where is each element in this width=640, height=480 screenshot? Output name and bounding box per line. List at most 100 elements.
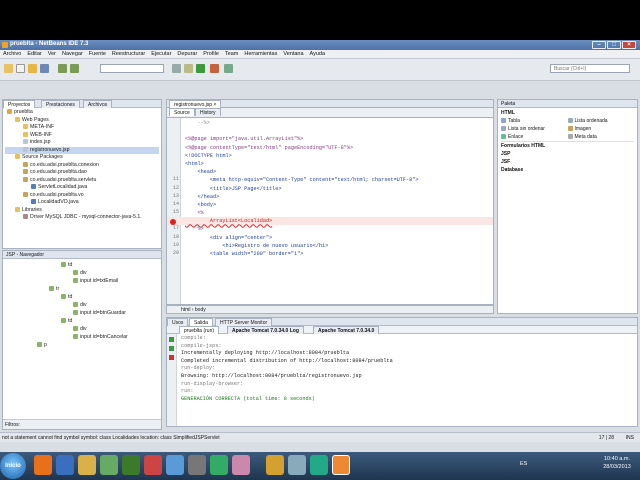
tree-item[interactable]: prueblta	[5, 109, 159, 117]
tab-prestaciones[interactable]: Prestaciones	[41, 100, 80, 108]
new-file-icon[interactable]	[16, 64, 25, 73]
minimize-button[interactable]: –	[592, 41, 606, 49]
debug-icon[interactable]	[210, 64, 219, 73]
navigator-item[interactable]: td	[5, 317, 159, 325]
menu-ventana[interactable]: Ventana	[280, 50, 306, 58]
new-project-icon[interactable]	[4, 64, 13, 73]
tree-item[interactable]: META-INF	[5, 124, 159, 132]
menu-profile[interactable]: Profile	[200, 50, 222, 58]
tree-item[interactable]: Web Pages	[5, 117, 159, 125]
app-icon[interactable]	[210, 455, 228, 475]
firefox-icon[interactable]	[34, 455, 52, 475]
maximize-button[interactable]: □	[607, 41, 621, 49]
app-icon[interactable]	[288, 455, 306, 475]
navigator-item[interactable]: input id=txtEmail	[5, 277, 159, 285]
ie-icon[interactable]	[56, 455, 74, 475]
open-project-icon[interactable]	[28, 64, 37, 73]
tree-item[interactable]: LocalidadVO.java	[5, 199, 159, 207]
tree-item[interactable]: co.edu.adsi.prueblta.vo	[5, 192, 159, 200]
tab-registronuevo-jsp[interactable]: registronuevo.jsp ×	[169, 100, 222, 108]
menu-team[interactable]: Team	[222, 50, 241, 58]
app-icon[interactable]	[310, 455, 328, 475]
menu-reestructurar[interactable]: Reestructurar	[109, 50, 148, 58]
output-console[interactable]: compile: compile-jsps: Incrementally deplo…	[181, 335, 393, 403]
explorer-icon[interactable]	[78, 455, 96, 475]
undo-icon[interactable]	[58, 64, 67, 73]
palette-item-lista-sin-ordenar[interactable]: Lista sin ordenar	[501, 125, 568, 133]
tree-item[interactable]: co.edu.adsi.prueblta.servletu	[5, 177, 159, 185]
menu-fuente[interactable]: Fuente	[86, 50, 109, 58]
menu-editar[interactable]: Editar	[24, 50, 44, 58]
app-icon[interactable]	[188, 455, 206, 475]
palette-item-tabla[interactable]: Tabla	[501, 117, 568, 125]
navigator-item[interactable]: div	[5, 269, 159, 277]
tree-item[interactable]: index.jsp	[5, 139, 159, 147]
save-all-icon[interactable]	[40, 64, 49, 73]
palette-section-jsp[interactable]: JSP	[501, 150, 634, 158]
tree-item[interactable]: WEB-INF	[5, 132, 159, 140]
rerun-options-icon[interactable]	[169, 346, 174, 351]
palette-item-lista-ordenada[interactable]: Lista ordenada	[567, 117, 635, 125]
profile-icon[interactable]	[224, 64, 233, 73]
tab-http-server-monitor[interactable]: HTTP Server Monitor	[215, 318, 273, 326]
clean-build-icon[interactable]	[172, 64, 181, 73]
tab-salida[interactable]: Salida	[189, 318, 213, 326]
palette-section-jsf[interactable]: JSF	[501, 158, 634, 166]
palette-section-formularios[interactable]: Formularios HTML	[501, 141, 634, 150]
dreamweaver-icon[interactable]	[122, 455, 140, 475]
navigator-item[interactable]: input id=btnGuardar	[5, 309, 159, 317]
palette-section-html[interactable]: HTML	[501, 109, 634, 117]
navigator-item[interactable]: td	[5, 261, 159, 269]
breadcrumb-html[interactable]: html	[181, 307, 190, 313]
skype-icon[interactable]	[166, 455, 184, 475]
menu-herramientas[interactable]: Herramientas	[241, 50, 280, 58]
app-icon[interactable]	[232, 455, 250, 475]
tree-item[interactable]: co.edu.adsi.prueblta.conexion	[5, 162, 159, 170]
tree-item[interactable]: Libraries	[5, 207, 159, 215]
menu-archivo[interactable]: Archivo	[0, 50, 24, 58]
media-icon[interactable]	[100, 455, 118, 475]
error-marker-icon[interactable]	[170, 219, 176, 225]
tab-tomcat[interactable]: Apache Tomcat 7.0.34.0	[313, 326, 380, 334]
menu-ver[interactable]: Ver	[45, 50, 59, 58]
redo-icon[interactable]	[70, 64, 79, 73]
palette-item-enlace[interactable]: Enlace	[501, 133, 568, 141]
rerun-icon[interactable]	[169, 337, 174, 342]
app-icon[interactable]	[144, 455, 162, 475]
search-input[interactable]: Buscar (Ctrl+I)	[550, 64, 630, 73]
configuration-select[interactable]	[100, 64, 164, 73]
palette-item-meta-data[interactable]: Meta data	[567, 133, 635, 141]
stop-icon[interactable]	[169, 355, 174, 360]
menu-ayuda[interactable]: Ayuda	[307, 50, 329, 58]
close-button[interactable]: ×	[622, 41, 636, 49]
tab-source[interactable]: Source	[169, 108, 195, 116]
tab-tomcat-log[interactable]: Apache Tomcat 7.0.34.0 Log	[227, 326, 304, 334]
navigator-item[interactable]: div	[5, 301, 159, 309]
navigator-item[interactable]: div	[5, 325, 159, 333]
tree-item[interactable]: Source Packages	[5, 154, 159, 162]
chrome-icon[interactable]	[266, 455, 284, 475]
navigator-item[interactable]: p	[5, 341, 159, 349]
menu-ejecutar[interactable]: Ejecutar	[148, 50, 174, 58]
tree-item[interactable]: Driver MySQL JDBC - mysql-connector-java…	[5, 214, 159, 222]
tree-item[interactable]: co.edu.adsi.prueblta.dao	[5, 169, 159, 177]
code-editor[interactable]: --%> <%@page import="java.util.ArrayList"…	[166, 117, 494, 305]
breadcrumb-body[interactable]: body	[195, 307, 206, 313]
clock[interactable]: 10:40 a.m. 28/03/2013	[596, 455, 638, 471]
tree-item[interactable]: ServletLocalidad.java	[5, 184, 159, 192]
tab-archivos[interactable]: Archivos	[83, 100, 113, 108]
palette-item-imagen[interactable]: Imagen	[567, 125, 635, 133]
tab-history[interactable]: History	[195, 108, 221, 116]
tab-usos[interactable]: Usos	[167, 318, 189, 326]
language-indicator[interactable]: ES	[520, 461, 527, 467]
tab-prueblta-run[interactable]: prueblta (run)	[179, 326, 220, 334]
tab-proyectos[interactable]: Proyectos	[3, 100, 36, 108]
build-icon[interactable]	[184, 64, 193, 73]
palette-section-database[interactable]: Database	[501, 166, 634, 174]
navigator-item[interactable]: tr	[5, 285, 159, 293]
menu-depurar[interactable]: Depurar	[174, 50, 200, 58]
menu-navegar[interactable]: Navegar	[59, 50, 86, 58]
navigator-item[interactable]: td	[5, 293, 159, 301]
tree-item[interactable]: registronuevo.jsp	[5, 146, 159, 154]
run-icon[interactable]	[196, 64, 205, 73]
